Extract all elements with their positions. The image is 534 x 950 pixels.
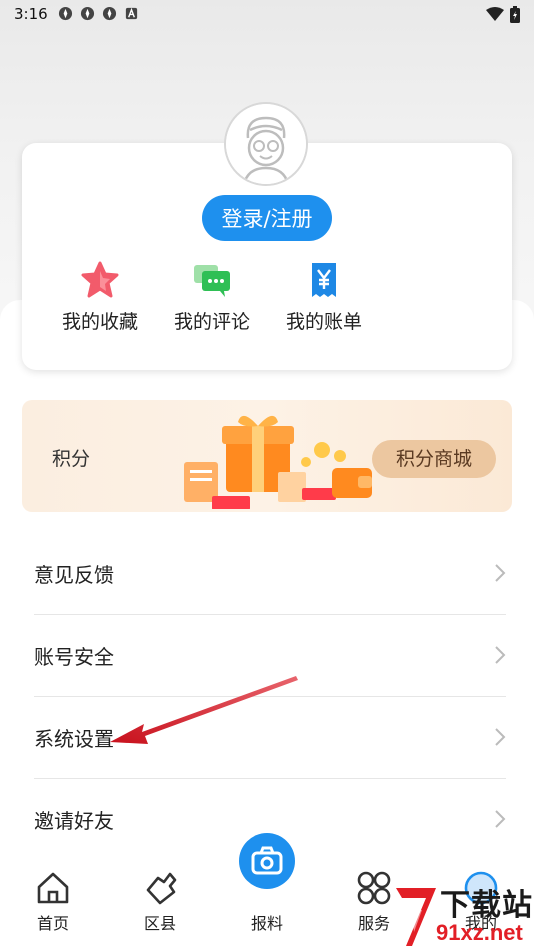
star-icon xyxy=(81,261,119,298)
bills-label: 我的账单 xyxy=(285,311,362,333)
watermark-title: 下载站 xyxy=(440,888,533,923)
nav-county[interactable]: 区县 xyxy=(125,870,195,934)
chevron-right-icon xyxy=(495,564,506,582)
points-banner[interactable]: 积分 积分商城 xyxy=(22,400,512,512)
report-camera-button[interactable] xyxy=(239,833,295,889)
watermark-url: 91xz.net xyxy=(436,920,523,945)
chevron-right-icon xyxy=(495,810,506,828)
comments-label: 我的评论 xyxy=(173,311,250,333)
notification-a-icon xyxy=(125,7,138,20)
home-icon xyxy=(37,872,69,904)
menu-item-label: 账号安全 xyxy=(34,645,114,669)
bills-button[interactable]: 我的账单 xyxy=(276,261,372,334)
menu-item-label: 系统设置 xyxy=(34,727,114,751)
battery-icon xyxy=(510,6,520,23)
avatar[interactable] xyxy=(224,102,308,186)
favorites-label: 我的收藏 xyxy=(61,311,138,333)
site-watermark: 下载站 91xz.net xyxy=(392,880,534,950)
login-register-button[interactable]: 登录/注册 xyxy=(202,195,332,241)
notification-icons xyxy=(58,6,139,21)
county-icon xyxy=(146,872,177,905)
camera-icon xyxy=(251,846,283,875)
points-label: 积分 xyxy=(52,448,91,470)
comments-button[interactable]: 我的评论 xyxy=(164,261,260,334)
bill-icon xyxy=(312,263,336,297)
favorites-button[interactable]: 我的收藏 xyxy=(52,261,148,334)
services-icon xyxy=(357,871,391,905)
wifi-icon xyxy=(486,7,504,21)
menu-item-feedback[interactable]: 意见反馈 xyxy=(34,533,506,615)
nav-label: 区县 xyxy=(143,914,176,933)
gift-illustration xyxy=(184,415,372,509)
status-bar: 3:16 xyxy=(0,0,534,28)
notification-app-icon xyxy=(102,6,117,21)
watermark-logo-icon xyxy=(396,888,436,946)
notification-app-icon xyxy=(58,6,73,21)
comment-icon xyxy=(194,265,230,297)
menu-item-label: 邀请好友 xyxy=(34,809,114,833)
status-time: 3:16 xyxy=(14,5,48,23)
system-icons xyxy=(486,6,520,23)
menu-item-label: 意见反馈 xyxy=(34,563,114,587)
nav-home[interactable]: 首页 xyxy=(18,870,88,934)
default-avatar-icon xyxy=(226,104,306,184)
chevron-right-icon xyxy=(495,728,506,746)
points-mall-button[interactable]: 积分商城 xyxy=(372,440,496,478)
notification-app-icon xyxy=(80,6,95,21)
nav-label-report: 报料 xyxy=(250,914,283,933)
annotation-arrow xyxy=(110,676,298,744)
nav-label: 首页 xyxy=(36,914,69,933)
chevron-right-icon xyxy=(495,646,506,664)
